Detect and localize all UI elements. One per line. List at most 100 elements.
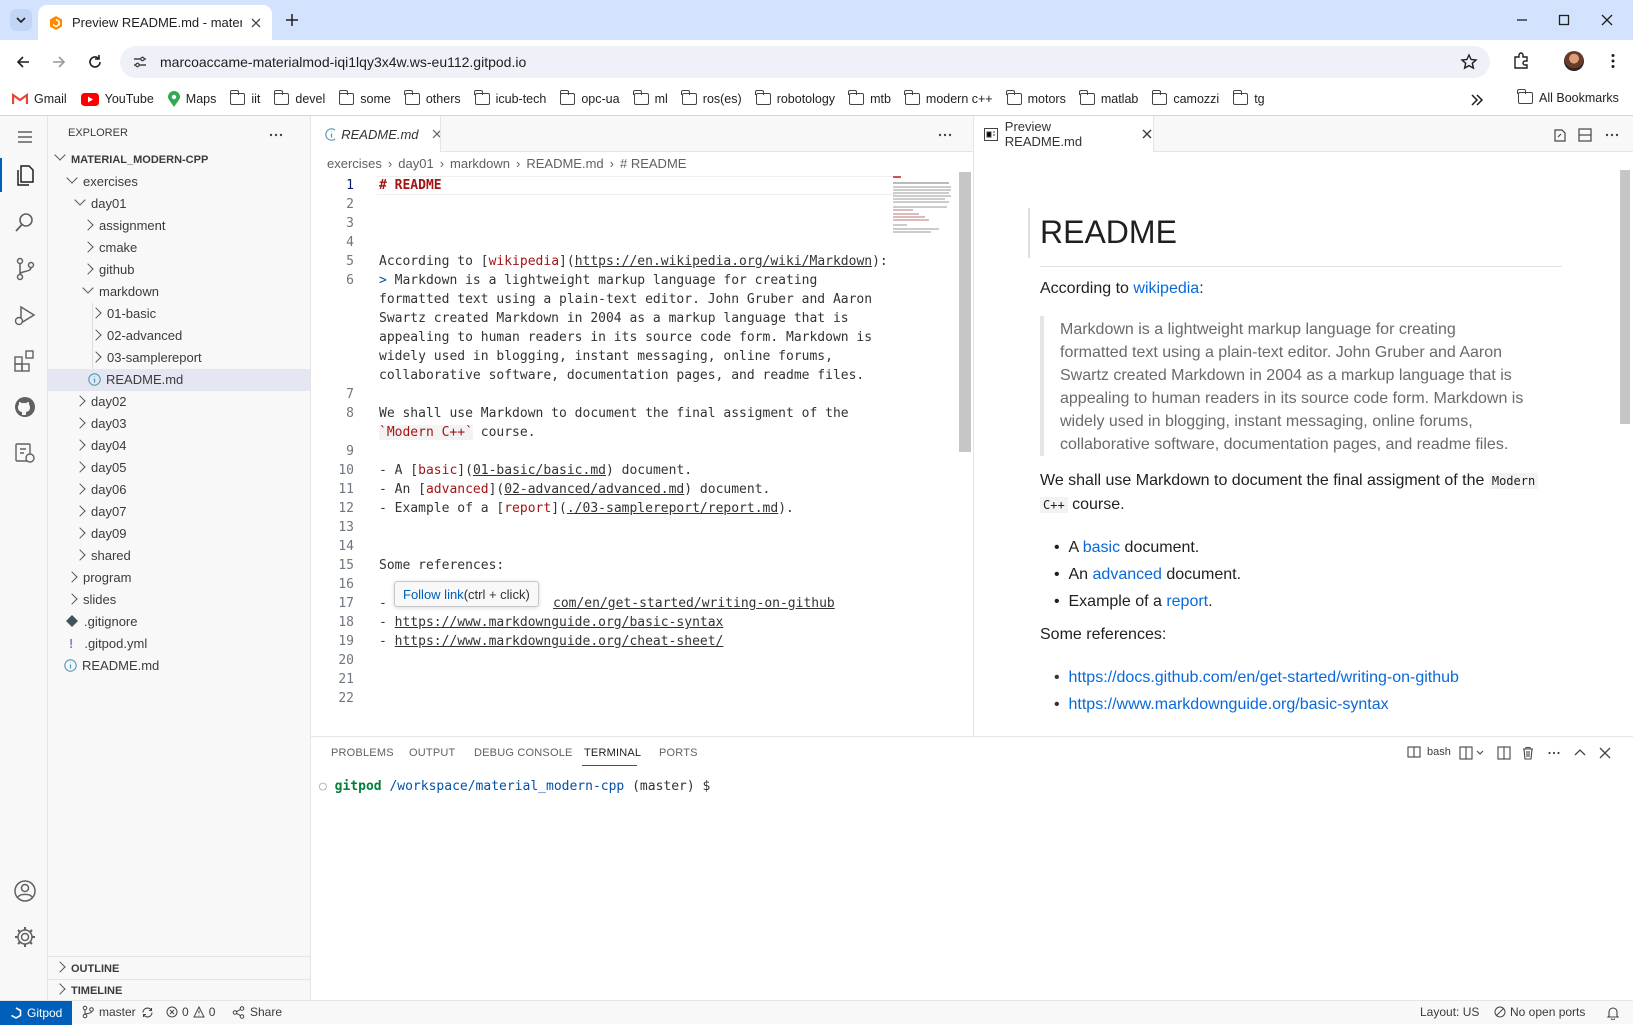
code-link[interactable]: com/en/get-started/writing-on-github bbox=[553, 594, 835, 613]
tree-folder-02-advanced[interactable]: 02-advanced bbox=[90, 325, 182, 347]
site-info-icon[interactable] bbox=[132, 54, 148, 70]
tree-folder-markdown[interactable]: markdown bbox=[82, 281, 159, 303]
tree-folder-day07[interactable]: day07 bbox=[74, 501, 126, 523]
bookmark-folder-devel[interactable]: devel bbox=[273, 90, 325, 106]
panel-tab-debug-console[interactable]: DEBUG CONSOLE bbox=[474, 747, 573, 759]
breadcrumb-item[interactable]: exercises bbox=[327, 156, 382, 171]
preview-link-advanced[interactable]: advanced bbox=[1093, 566, 1162, 583]
share-button[interactable]: Share bbox=[232, 1005, 282, 1019]
tree-folder-exercises[interactable]: exercises bbox=[66, 171, 138, 193]
notifications-bell-icon[interactable] bbox=[1606, 1006, 1620, 1020]
tree-folder-day04[interactable]: day04 bbox=[74, 435, 126, 457]
terminal-prompt[interactable]: ○ gitpod /workspace/material_modern-cpp … bbox=[319, 779, 710, 794]
breadcrumb-item[interactable]: README.md bbox=[526, 156, 603, 171]
new-terminal-dropdown-icon[interactable] bbox=[1459, 746, 1487, 760]
bookmark-folder-some[interactable]: some bbox=[338, 90, 391, 106]
follow-link[interactable]: Follow link bbox=[403, 587, 464, 602]
tree-file-readme-md-selected[interactable]: README.md bbox=[88, 369, 183, 391]
bookmark-folder-robotology[interactable]: robotology bbox=[755, 90, 835, 106]
sync-icon[interactable] bbox=[141, 1006, 154, 1019]
more-actions-icon[interactable] bbox=[1604, 127, 1620, 143]
editor-scrollbar-thumb[interactable] bbox=[959, 172, 971, 452]
bookmark-gmail[interactable]: Gmail bbox=[12, 92, 67, 106]
split-editor-icon[interactable] bbox=[1577, 127, 1593, 143]
tree-file-gitignore[interactable]: .gitignore bbox=[66, 611, 137, 633]
tree-file-readme-md[interactable]: README.md bbox=[64, 655, 159, 677]
terminal-shell-selector[interactable]: bash bbox=[1407, 745, 1451, 759]
bookmark-maps[interactable]: Maps bbox=[167, 91, 216, 107]
remote-explorer-icon[interactable] bbox=[12, 440, 38, 466]
close-icon[interactable] bbox=[1141, 128, 1153, 140]
star-icon[interactable] bbox=[1460, 53, 1478, 71]
bookmark-folder-iit[interactable]: iit bbox=[229, 90, 260, 106]
split-terminal-icon[interactable] bbox=[1497, 746, 1511, 760]
explorer-files-icon[interactable] bbox=[12, 162, 38, 188]
tree-folder-day05[interactable]: day05 bbox=[74, 457, 126, 479]
preview-scrollbar-thumb[interactable] bbox=[1620, 170, 1630, 424]
tree-folder-01-basic[interactable]: 01-basic bbox=[90, 303, 156, 325]
tree-folder-shared[interactable]: shared bbox=[74, 545, 131, 567]
bookmark-youtube[interactable]: YouTube bbox=[80, 92, 154, 106]
profile-avatar[interactable] bbox=[1564, 51, 1584, 71]
panel-tab-terminal[interactable]: TERMINAL bbox=[584, 747, 641, 759]
more-actions-icon[interactable] bbox=[1547, 746, 1561, 760]
bookmark-folder-motors[interactable]: motors bbox=[1006, 90, 1066, 106]
address-bar[interactable]: marcoaccame-materialmod-iqi1lqy3x4w.ws-e… bbox=[120, 46, 1490, 78]
tree-folder-program[interactable]: program bbox=[66, 567, 131, 589]
more-bookmarks-icon[interactable] bbox=[1470, 93, 1484, 107]
minimap[interactable] bbox=[893, 176, 953, 236]
settings-gear-icon[interactable] bbox=[12, 924, 38, 950]
bookmark-folder-tg[interactable]: tg bbox=[1232, 90, 1265, 106]
back-arrow-icon[interactable] bbox=[14, 53, 32, 71]
close-panel-icon[interactable] bbox=[1598, 746, 1612, 760]
open-source-icon[interactable] bbox=[1552, 127, 1568, 143]
bookmark-folder-opc-ua[interactable]: opc-ua bbox=[559, 90, 620, 106]
tree-folder-day03[interactable]: day03 bbox=[74, 413, 126, 435]
tree-folder-github[interactable]: github bbox=[82, 259, 134, 281]
code-area[interactable]: 1 2 3 4 5 6 7 8 9 10 11 12 13 14 15 16 1… bbox=[311, 176, 931, 736]
browser-tab[interactable]: Preview README.md - material_ bbox=[38, 5, 272, 40]
bookmark-folder-ml[interactable]: ml bbox=[632, 90, 668, 106]
ports-indicator[interactable]: No open ports bbox=[1494, 1005, 1585, 1019]
breadcrumb-item[interactable]: # README bbox=[620, 156, 686, 171]
github-icon[interactable] bbox=[12, 394, 38, 420]
source-control-icon[interactable] bbox=[12, 256, 38, 282]
bookmark-folder-camozzi[interactable]: camozzi bbox=[1151, 90, 1219, 106]
branch-indicator[interactable]: master bbox=[82, 1005, 154, 1019]
more-actions-icon[interactable] bbox=[268, 127, 284, 143]
bookmark-folder-mtb[interactable]: mtb bbox=[848, 90, 891, 106]
workspace-root[interactable]: MATERIAL_MODERN-CPP bbox=[54, 149, 208, 171]
window-close-icon[interactable] bbox=[1599, 12, 1615, 28]
tree-folder-assignment[interactable]: assignment bbox=[82, 215, 165, 237]
problems-indicator[interactable]: 0 0 bbox=[166, 1005, 215, 1019]
bookmark-folder-ros[interactable]: ros(es) bbox=[681, 90, 742, 106]
timeline-section[interactable]: TIMELINE bbox=[54, 980, 122, 1002]
new-tab-icon[interactable] bbox=[284, 12, 300, 28]
all-bookmarks[interactable]: All Bookmarks bbox=[1517, 89, 1619, 105]
tree-folder-day06[interactable]: day06 bbox=[74, 479, 126, 501]
search-icon[interactable] bbox=[12, 210, 38, 236]
reload-icon[interactable] bbox=[86, 53, 104, 71]
preview-tab[interactable]: Preview README.md bbox=[974, 116, 1154, 152]
outline-section[interactable]: OUTLINE bbox=[54, 958, 119, 980]
maximize-panel-icon[interactable] bbox=[1573, 746, 1587, 760]
extensions-icon[interactable] bbox=[12, 348, 38, 374]
tree-folder-day01[interactable]: day01 bbox=[74, 193, 126, 215]
accounts-icon[interactable] bbox=[12, 878, 38, 904]
panel-tab-problems[interactable]: PROBLEMS bbox=[331, 747, 394, 759]
forward-arrow-icon[interactable] bbox=[50, 53, 68, 71]
tree-folder-03-samplereport[interactable]: 03-samplereport bbox=[90, 347, 202, 369]
minimize-icon[interactable] bbox=[1514, 12, 1530, 28]
gitpod-remote-indicator[interactable]: Gitpod bbox=[0, 1001, 72, 1025]
tree-folder-day02[interactable]: day02 bbox=[74, 391, 126, 413]
close-icon[interactable] bbox=[431, 128, 440, 140]
breadcrumb-item[interactable]: day01 bbox=[398, 156, 433, 171]
preview-link-report[interactable]: report bbox=[1166, 593, 1208, 610]
maximize-icon[interactable] bbox=[1556, 12, 1572, 28]
tab-search-button[interactable] bbox=[10, 9, 32, 31]
tree-folder-cmake[interactable]: cmake bbox=[82, 237, 137, 259]
tree-folder-slides[interactable]: slides bbox=[66, 589, 116, 611]
panel-tab-output[interactable]: OUTPUT bbox=[409, 747, 455, 759]
panel-tab-ports[interactable]: PORTS bbox=[659, 747, 698, 759]
editor-tab-readme[interactable]: README.md bbox=[311, 116, 441, 152]
